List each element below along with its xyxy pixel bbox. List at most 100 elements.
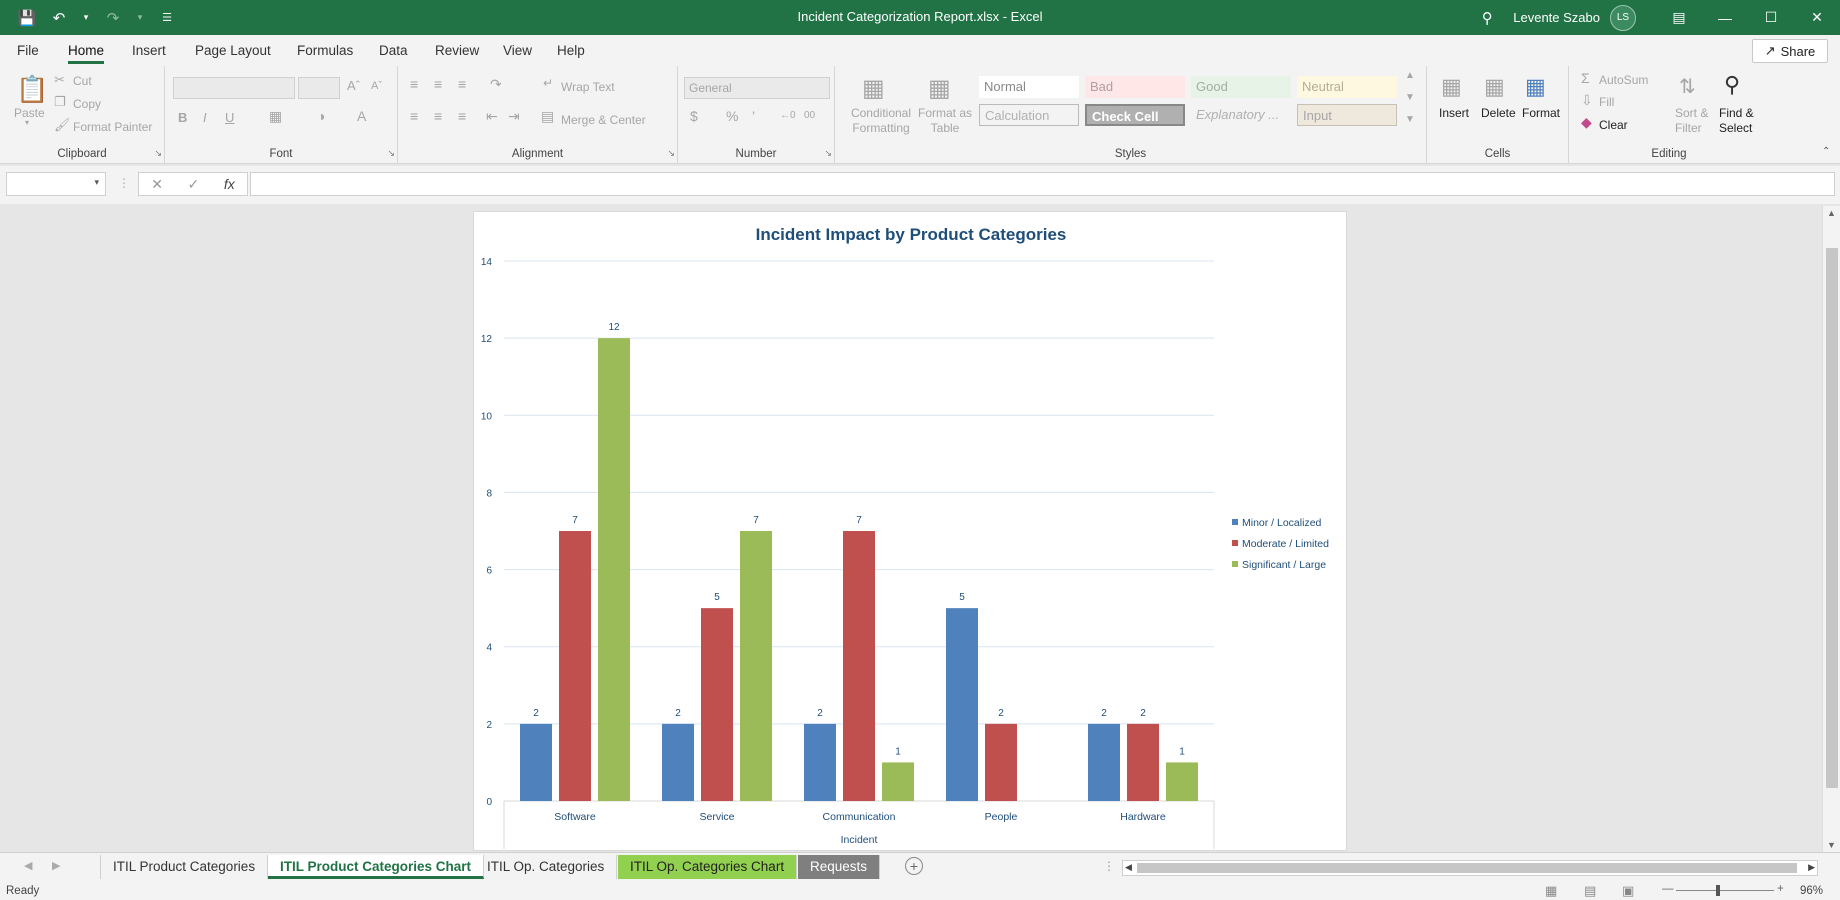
align-center-icon[interactable]: ≡ [434,108,442,124]
format-as-table-button[interactable]: Format as Table [917,106,973,136]
font-size-select[interactable] [298,77,340,99]
dialog-launcher-icon[interactable]: ↘ [667,148,675,159]
styles-scroll-up-icon[interactable]: ▲ [1405,70,1415,81]
align-bottom-icon[interactable]: ≡ [458,76,466,92]
clear-button[interactable]: Clear [1599,118,1628,132]
italic-button[interactable]: I [203,110,207,125]
prev-sheet-icon[interactable]: ◀ [24,859,32,872]
zoom-out-icon[interactable]: — [1662,883,1674,895]
chart[interactable]: Incident Impact by Product Categories 0 2 4… [474,212,1348,852]
sort-filter-button[interactable]: Sort & Filter [1675,106,1711,136]
tab-help[interactable]: Help [557,43,585,58]
align-top-icon[interactable]: ≡ [410,76,418,92]
name-box[interactable]: ▾ [6,172,106,196]
orientation-icon[interactable]: ↷ [490,76,502,93]
tab-data[interactable]: Data [379,43,408,58]
insert-button[interactable]: Insert [1439,106,1469,120]
style-check-cell[interactable]: Check Cell [1085,104,1185,126]
conditional-formatting-button[interactable]: Conditional Formatting [843,106,919,136]
align-left-icon[interactable]: ≡ [410,108,418,124]
wrap-text-button[interactable]: Wrap Text [561,80,615,94]
zoom-in-icon[interactable]: + [1777,883,1784,895]
dialog-launcher-icon[interactable]: ↘ [824,148,832,159]
font-name-select[interactable] [173,77,295,99]
zoom-level[interactable]: 96% [1800,885,1823,897]
user-name[interactable]: Levente Szabo [1513,10,1600,25]
zoom-slider[interactable] [1676,890,1774,891]
cancel-icon[interactable]: ✕ [151,176,163,193]
font-color-icon[interactable]: A [357,108,366,124]
borders-icon[interactable]: ▦ [269,108,282,125]
zoom-slider-thumb[interactable] [1716,885,1720,896]
dialog-launcher-icon[interactable]: ↘ [387,148,395,159]
sheet-tab-itil-op-categories[interactable]: ITIL Op. Categories [475,855,618,879]
align-right-icon[interactable]: ≡ [458,108,466,124]
maximize-icon[interactable]: ☐ [1748,0,1794,35]
style-calculation[interactable]: Calculation [979,104,1079,126]
styles-scroll-down-icon[interactable]: ▼ [1405,92,1415,103]
increase-decimal-icon[interactable]: ←0 [780,110,796,121]
page-break-view-icon[interactable]: ▣ [1622,883,1634,899]
tab-insert[interactable]: Insert [132,43,166,58]
bold-button[interactable]: B [178,110,187,125]
tab-splitter-icon[interactable]: ⋮ [1103,859,1115,873]
collapse-ribbon-icon[interactable]: ⌃ [1822,146,1830,157]
close-icon[interactable]: ✕ [1794,0,1840,35]
scroll-left-icon[interactable]: ◀ [1125,862,1132,873]
minimize-icon[interactable]: — [1702,0,1748,35]
enter-icon[interactable]: ✓ [188,176,200,193]
tab-review[interactable]: Review [435,43,479,58]
percent-icon[interactable]: % [726,108,738,124]
tab-home[interactable]: Home [68,43,105,64]
chart-area[interactable]: Incident Impact by Product Categories 0 2 4… [473,211,1347,851]
next-sheet-icon[interactable]: ▶ [52,859,60,872]
fill-button[interactable]: Fill [1599,95,1614,109]
format-painter-button[interactable]: Format Painter [73,120,152,134]
style-explanatory[interactable]: Explanatory ... [1191,104,1291,126]
style-normal[interactable]: Normal [979,76,1079,98]
tab-formulas[interactable]: Formulas [297,43,353,58]
currency-icon[interactable]: $ [690,108,698,124]
add-sheet-icon[interactable]: + [905,857,923,875]
scroll-up-icon[interactable]: ▲ [1827,208,1836,218]
horizontal-scrollbar[interactable]: ◀ ▶ [1122,860,1818,876]
decrease-font-icon[interactable]: Aˇ [371,80,382,92]
sheet-tab-itil-product-categories[interactable]: ITIL Product Categories [100,855,269,879]
find-select-button[interactable]: Find & Select [1719,106,1763,136]
merge-center-button[interactable]: Merge & Center [561,113,646,127]
style-neutral[interactable]: Neutral [1297,76,1397,98]
decrease-indent-icon[interactable]: ⇤ [486,108,498,125]
styles-more-icon[interactable]: ▼ [1405,114,1415,125]
formula-input[interactable] [250,172,1835,196]
tab-view[interactable]: View [503,43,532,58]
paste-button[interactable]: Paste [14,106,45,120]
ribbon-display-icon[interactable]: ▤ [1656,0,1702,35]
underline-button[interactable]: U [225,110,234,125]
comma-icon[interactable]: ’ [752,108,755,124]
cut-button[interactable]: Cut [73,74,92,88]
sheet-tab-itil-product-categories-chart[interactable]: ITIL Product Categories Chart [268,855,485,879]
number-format-select[interactable]: General [684,77,830,99]
decrease-decimal-icon[interactable]: 00 [804,110,815,121]
copy-button[interactable]: Copy [73,97,101,111]
scroll-right-icon[interactable]: ▶ [1808,862,1815,873]
style-good[interactable]: Good [1191,76,1291,98]
align-middle-icon[interactable]: ≡ [434,76,442,92]
insert-function-icon[interactable]: fx [224,176,235,192]
delete-button[interactable]: Delete [1481,106,1516,120]
scroll-down-icon[interactable]: ▼ [1827,840,1836,850]
sheet-tab-itil-op-categories-chart[interactable]: ITIL Op. Categories Chart [618,855,798,879]
vertical-scrollbar[interactable]: ▲ ▼ [1822,206,1840,852]
format-button[interactable]: Format [1522,106,1560,120]
dialog-launcher-icon[interactable]: ↘ [154,148,162,159]
increase-indent-icon[interactable]: ⇥ [508,108,520,125]
style-bad[interactable]: Bad [1085,76,1185,98]
search-icon[interactable]: ⚲ [1467,9,1507,27]
avatar[interactable]: LS [1610,4,1636,31]
increase-font-icon[interactable]: Aˆ [347,78,360,93]
fill-color-icon[interactable]: ◑ [317,108,325,124]
autosum-button[interactable]: AutoSum [1599,73,1648,87]
style-input[interactable]: Input [1297,104,1397,126]
horizontal-scroll-thumb[interactable] [1137,863,1797,873]
vertical-scroll-thumb[interactable] [1826,248,1838,788]
